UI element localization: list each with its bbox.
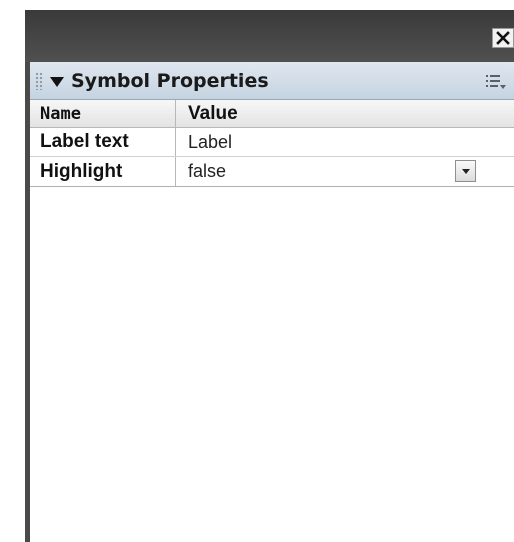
panel-header: Symbol Properties bbox=[30, 62, 514, 100]
value-header-label: Value bbox=[188, 102, 238, 124]
highlight-value[interactable]: false bbox=[188, 161, 226, 182]
property-grid: Name Value Label text Label Highlight fa… bbox=[30, 100, 514, 542]
property-name-cell: Highlight bbox=[30, 157, 175, 186]
highlight-dropdown-button[interactable] bbox=[455, 160, 476, 182]
panel-options-icon[interactable] bbox=[485, 74, 507, 90]
label-text-value[interactable]: Label bbox=[188, 132, 232, 153]
close-button[interactable] bbox=[492, 28, 514, 48]
close-icon bbox=[496, 31, 510, 45]
collapse-triangle-icon[interactable] bbox=[50, 77, 64, 87]
chevron-down-icon bbox=[461, 168, 470, 174]
panel-title[interactable]: Symbol Properties bbox=[71, 70, 269, 92]
window-titlebar[interactable] bbox=[25, 10, 514, 62]
property-name: Highlight bbox=[40, 160, 123, 182]
name-header-label: Name bbox=[40, 103, 81, 124]
property-value-cell[interactable]: Label bbox=[175, 128, 514, 156]
table-row: Highlight false bbox=[30, 157, 514, 187]
property-name: Label text bbox=[40, 131, 129, 152]
property-name-cell: Label text bbox=[30, 128, 175, 156]
name-column-header[interactable]: Name bbox=[30, 100, 175, 127]
properties-window: Symbol Properties Name Value Label text bbox=[25, 10, 514, 542]
value-column-header[interactable]: Value bbox=[175, 100, 514, 127]
grid-header-row: Name Value bbox=[30, 100, 514, 128]
table-row: Label text Label bbox=[30, 128, 514, 157]
grip-icon[interactable] bbox=[35, 72, 43, 90]
